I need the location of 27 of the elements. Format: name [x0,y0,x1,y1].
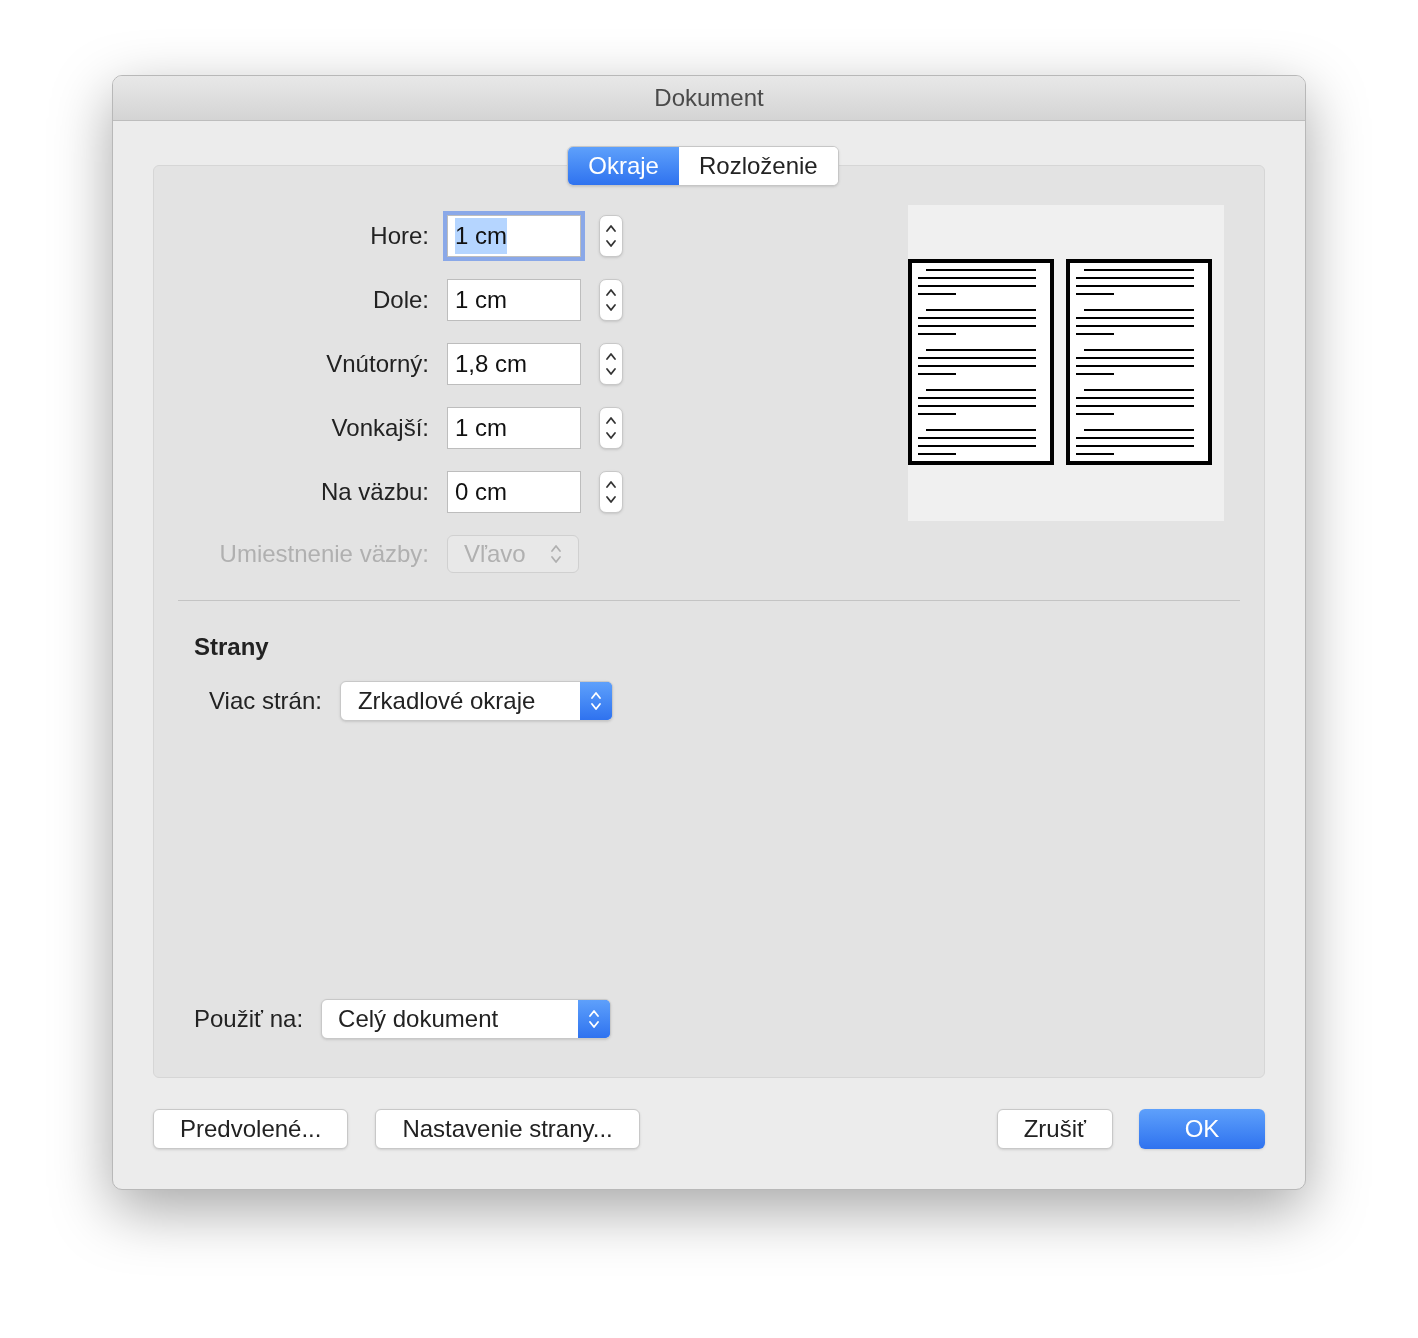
field-label: Dole: [371,285,429,315]
input-field[interactable]: 0 cm [447,471,581,513]
field-label: Hore: [369,221,429,251]
select-dropdown[interactable]: Celý dokument [321,999,612,1039]
push-button[interactable]: Nastavenie strany... [375,1109,640,1149]
chevrons-icon [589,689,602,713]
stepper[interactable] [599,279,623,321]
field-label: Vnútorný: [325,349,429,379]
field-label: Použiť na: [194,1004,304,1034]
window-title: Dokument [654,83,764,113]
chevrons-icon [588,1007,601,1031]
stepper[interactable] [599,215,623,257]
select-dropdown[interactable]: Zrkadlové okraje [339,681,613,721]
stepper[interactable] [599,343,623,385]
push-button[interactable]: Zrušiť [996,1109,1113,1149]
push-button[interactable]: Predvolené... [153,1109,349,1149]
input-field[interactable]: 1,8 cm [447,343,581,385]
field-label: Na väzbu: [319,477,429,507]
input-field[interactable]: 1 cm [447,279,581,321]
stepper[interactable] [599,407,623,449]
field-label: Vonkajší: [330,413,429,443]
chevrons-icon [550,542,562,566]
field-label: Viac strán: [209,686,322,716]
tab[interactable]: Rozloženie [678,147,838,185]
stepper[interactable] [599,471,623,513]
input-field[interactable]: 1 cm [447,407,581,449]
section-heading: Strany [194,632,270,662]
